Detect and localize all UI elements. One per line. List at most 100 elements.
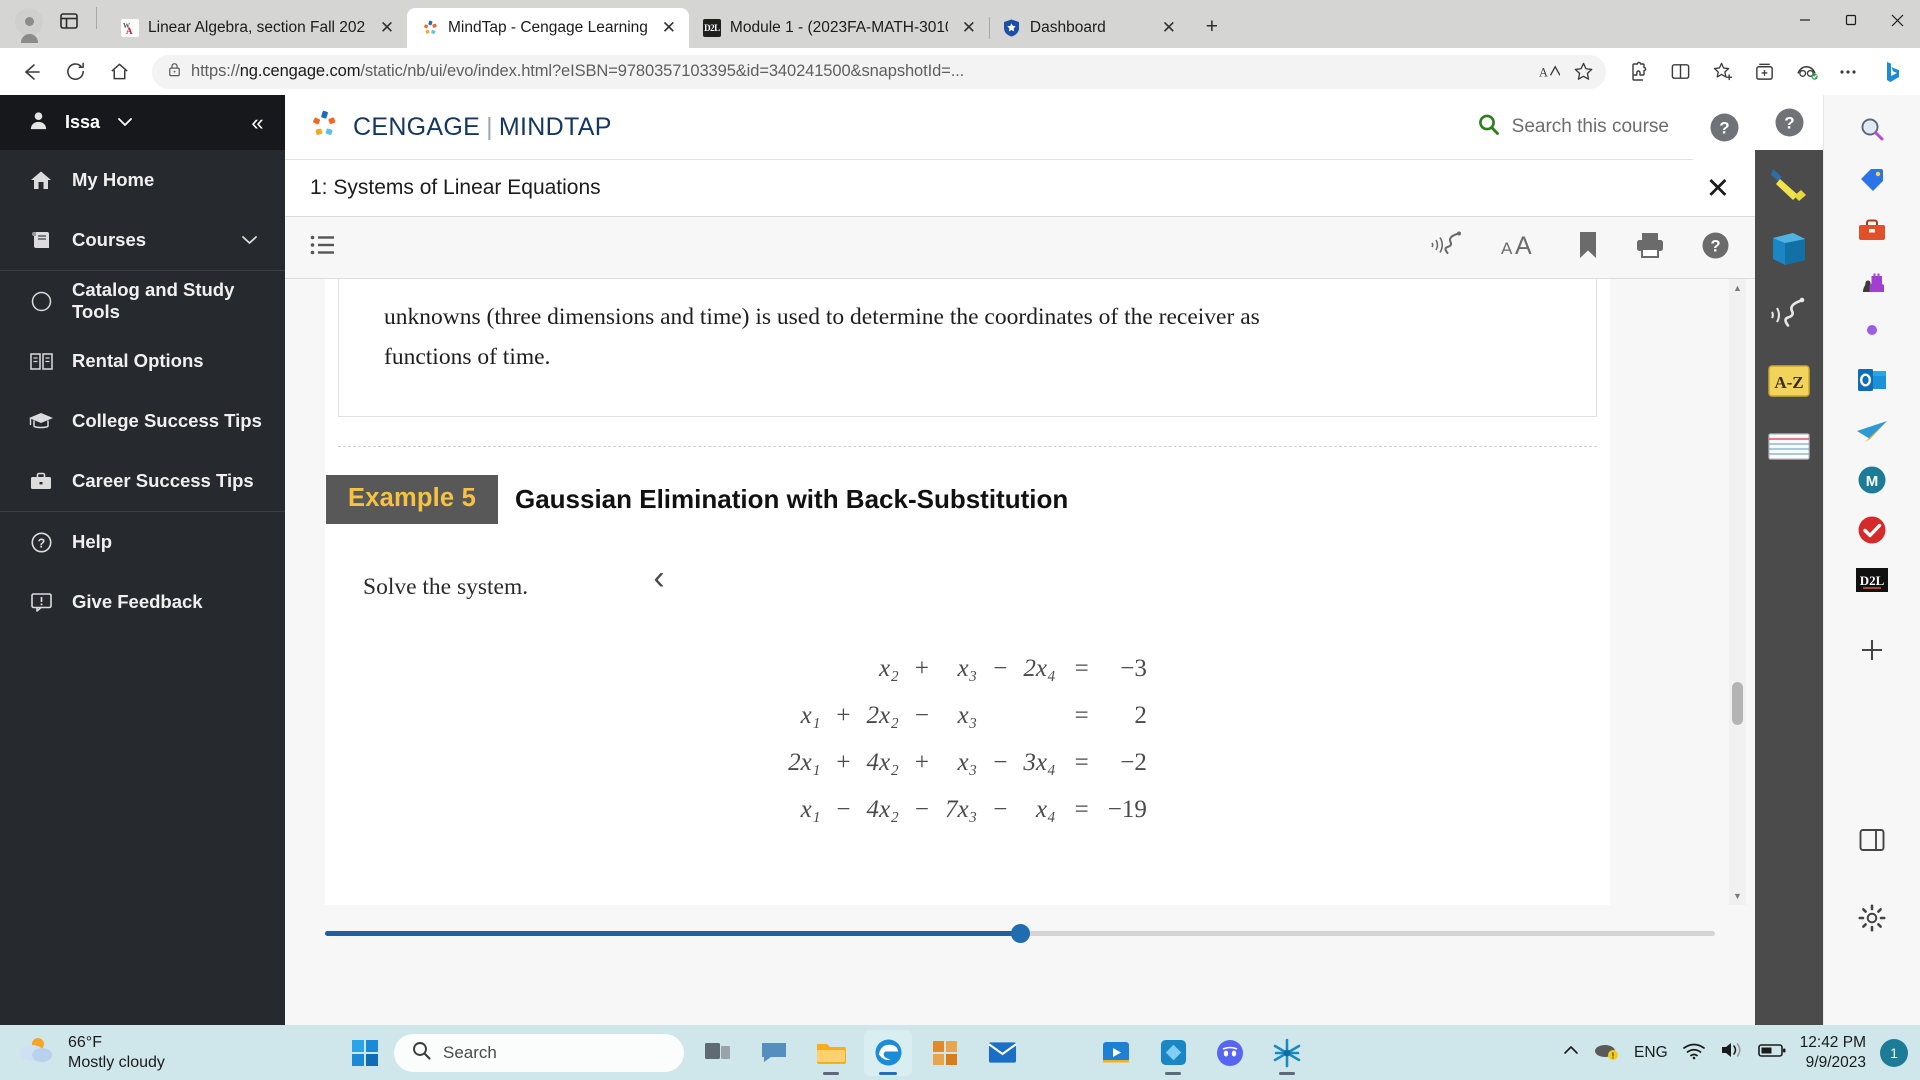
sidebar-item-college-success-tips[interactable]: College Success Tips [0,391,285,451]
print-icon[interactable] [1635,231,1665,264]
previous-page-button[interactable]: ‹ [640,542,678,614]
taskbar-app-file-explorer[interactable] [807,1030,855,1076]
sidebar-item-label: Courses [72,229,147,250]
app-help-button[interactable]: ? [1693,94,1755,160]
taskbar-app-edge[interactable] [864,1029,912,1076]
volume-icon[interactable] [1720,1040,1744,1065]
taskbar-app-mathematica[interactable] [1263,1030,1311,1076]
a-to-z-glossary-icon[interactable]: A-Z [1755,348,1823,414]
rail-help-button[interactable]: ? [1755,95,1823,150]
taskbar-app-office[interactable] [1035,1030,1083,1076]
home-button[interactable] [98,53,140,91]
browser-profile-button[interactable] [10,3,48,43]
progress-track[interactable] [325,924,1715,943]
taskbar-app-clipchamp[interactable] [1092,1030,1140,1076]
outlook-icon[interactable] [1824,355,1920,405]
reader-scrollbar[interactable]: ▲ ▼ [1729,279,1746,905]
taskbar-weather-widget[interactable]: 66°F Mostly cloudy [0,1033,340,1073]
browser-tab-2[interactable]: MindTap - Cengage Learning ✕ [407,8,689,48]
close-icon[interactable]: ✕ [657,16,681,40]
sidebar-item-career-success-tips[interactable]: Career Success Tips [0,451,285,511]
close-icon[interactable]: ✕ [1157,16,1181,40]
eq-term-1 [781,645,827,692]
taskbar-app-microsoft-store[interactable] [921,1030,969,1076]
microsoft-365-icon[interactable] [1824,305,1920,355]
sidebar-item-help[interactable]: ? Help [0,512,285,572]
sidebar-collapse-button[interactable]: « [230,95,285,150]
sidebar-item-courses[interactable]: Courses [0,210,285,270]
start-button[interactable] [345,1033,385,1073]
home-icon [28,169,54,191]
scroll-up-icon[interactable]: ▲ [1729,279,1746,297]
new-tab-button[interactable]: + [1195,10,1229,44]
settings-gear-icon[interactable] [1824,893,1920,943]
language-indicator[interactable]: ENG [1634,1044,1668,1062]
add-icon[interactable] [1824,625,1920,675]
sidebar-item-give-feedback[interactable]: Give Feedback [0,572,285,632]
blue-book-icon[interactable] [1755,216,1823,282]
collections-icon[interactable] [1744,53,1784,91]
bookmark-icon[interactable] [1577,230,1599,265]
close-button[interactable] [1874,0,1920,40]
panel-icon[interactable] [1824,815,1920,865]
read-aloud-page-icon[interactable]: A [1534,57,1564,87]
reading-progress-bar[interactable] [285,905,1755,962]
taskbar-app-mindtap[interactable] [1149,1030,1197,1076]
search-course-button[interactable]: Search this course [1477,113,1693,142]
scrollbar-thumb[interactable] [1732,682,1743,725]
sidebar-item-catalog-and-study-tools[interactable]: Catalog and Study Tools [0,271,285,331]
search-icon[interactable] [1824,105,1920,155]
browser-tab-3[interactable]: D2L Module 1 - (2023FA-MATH-3010- ✕ [689,8,989,48]
sidebar-item-rental-options[interactable]: Rental Options [0,331,285,391]
browser-tab-4[interactable]: Dashboard ✕ [988,8,1189,48]
eq-term-4 [1016,692,1062,739]
notebook-icon[interactable] [1755,414,1823,480]
taskbar-app-discord[interactable] [1206,1030,1254,1076]
close-icon[interactable]: ✕ [375,16,399,40]
back-button[interactable] [10,53,52,91]
progress-knob[interactable] [1011,924,1030,943]
d2l-icon[interactable]: D2L [1824,555,1920,605]
taskbar-search-box[interactable]: Search [394,1033,684,1072]
split-screen-icon[interactable] [1660,53,1700,91]
paper-plane-icon[interactable] [1824,405,1920,455]
tab-actions-icon[interactable] [52,4,86,38]
scroll-down-icon[interactable]: ▼ [1729,887,1746,905]
reload-button[interactable] [54,53,96,91]
more-options-icon[interactable] [1828,53,1868,91]
favorites-icon[interactable] [1702,53,1742,91]
table-of-contents-icon[interactable] [310,234,336,261]
pen-highlighter-icon[interactable] [1755,150,1823,216]
maximize-button[interactable] [1828,0,1874,40]
browser-essentials-icon[interactable] [1786,53,1826,91]
text-size-icon[interactable]: AA [1501,231,1541,264]
taskbar-app-mail[interactable] [978,1030,1026,1076]
extensions-icon[interactable] [1618,53,1658,91]
toolbox-icon[interactable] [1824,205,1920,255]
m-circle-icon[interactable]: M [1824,455,1920,505]
help-circle-icon[interactable]: ? [1701,231,1730,265]
red-check-icon[interactable] [1824,505,1920,555]
favorite-star-icon[interactable] [1568,57,1598,87]
browser-toolbar-actions [1618,53,1910,91]
tag-icon[interactable] [1824,155,1920,205]
copilot-bing-icon[interactable] [1874,54,1910,90]
read-aloud-icon[interactable] [1755,282,1823,348]
taskbar-app-chat[interactable] [750,1030,798,1076]
eq-op-1: + [836,748,851,776]
taskbar-app-task-view[interactable] [693,1030,741,1076]
close-icon[interactable]: ✕ [1706,171,1730,206]
show-hidden-icons-chevron-icon[interactable] [1562,1043,1580,1062]
close-icon[interactable]: ✕ [957,16,981,40]
notification-badge[interactable]: 1 [1880,1038,1908,1067]
address-bar[interactable]: https://ng.cengage.com/static/nb/ui/evo/… [152,54,1606,89]
read-aloud-icon[interactable] [1431,231,1465,264]
wifi-icon[interactable] [1682,1041,1706,1065]
chess-pieces-icon[interactable] [1824,255,1920,305]
sidebar-item-my-home[interactable]: My Home [0,150,285,210]
onedrive-alert-icon[interactable]: ! [1594,1040,1620,1065]
browser-tab-1[interactable]: WA Linear Algebra, section Fall 2023, ✕ [107,8,407,48]
taskbar-clock[interactable]: 12:42 PM 9/9/2023 [1800,1033,1866,1073]
battery-icon[interactable] [1757,1042,1786,1064]
minimize-button[interactable] [1782,0,1828,40]
